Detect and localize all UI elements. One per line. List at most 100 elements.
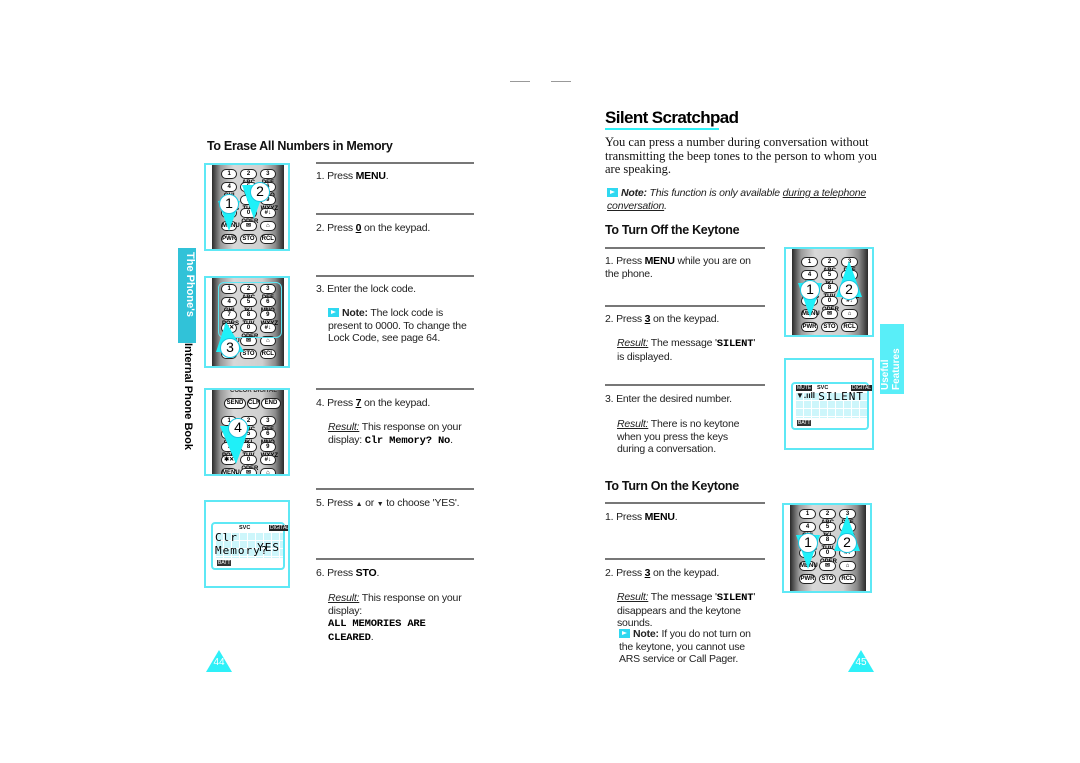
keypad-key: STO [819, 574, 836, 584]
step-5: 5. Press ▲ or ▼ to choose 'YES'. [316, 497, 460, 509]
keypad-key: RCL [259, 234, 276, 244]
keypad-key: ✉ [240, 221, 257, 231]
section-title-erase: To Erase All Numbers in Memory [207, 139, 393, 153]
step-divider [316, 275, 474, 277]
lcd-screen: MUTE SVC DIGITAL ▼.ııll SILENT BATT [791, 382, 872, 430]
note-icon [328, 308, 339, 317]
keypad-key: RCL [839, 574, 856, 584]
battery-icon: BATT [797, 420, 812, 426]
result-step-6: Result: This response on your display: A… [328, 592, 462, 644]
keypad-key: 0 OPER [821, 296, 839, 313]
note-icon [607, 188, 618, 197]
step-divider [316, 162, 474, 164]
keypad-key: PWR [221, 234, 238, 244]
keypad-key: 6 MNO [259, 429, 276, 446]
page-number-left: 44 [206, 650, 232, 672]
callout-2: 2 [839, 280, 859, 300]
keypad-key: 4 GHI [221, 182, 238, 199]
step-divider [605, 384, 765, 386]
lcd-line-2: YES [257, 541, 280, 554]
step-divider [605, 558, 765, 560]
off-result-3: Result: There is no keytone when you pre… [617, 418, 740, 455]
title-underline [605, 128, 719, 130]
note-availability: Note: This function is only available du… [607, 187, 867, 212]
keypad-figure-on: 12 ABC3 DEF4 GHI5 JKL6 MNO7 PQRS8 TUV9 W… [782, 503, 872, 593]
lcd-screen: SVC DIGITAL Clr Memory? YES BATT [211, 522, 288, 570]
keypad-key: 4 GHI [799, 522, 816, 539]
keypad-figure-2: 12 ABC3 DEF4 GHI5 JKL6 MNO7 PQRS8 TUV9 W… [204, 276, 290, 368]
result-step-4: Result: This response on your display: C… [328, 421, 462, 447]
keypad-key: MENU [221, 468, 240, 476]
step-divider [316, 558, 474, 560]
off-step-2: 2. Press 3 on the keypad. [605, 313, 720, 325]
off-step-3: 3. Enter the desired number. [605, 393, 732, 405]
keypad-figure-1: 12 ABC3 DEF4 GHI5 JKL6 MNO7 PQRS8 TUV9 W… [204, 163, 290, 251]
step-4: 4. Press 7 on the keypad. [316, 397, 431, 409]
keypad-key: 3 DEF [259, 416, 276, 433]
signal-strength-icon: ▼.ııll [796, 391, 816, 400]
side-label-internal-phone-book: Internal Phone Book [182, 343, 194, 450]
keypad-key: 1 [799, 509, 816, 519]
keypad-key: #↓ [259, 455, 276, 465]
callout-1: 1 [219, 194, 239, 214]
keypad-key: ✉ [240, 468, 257, 474]
step-divider [316, 388, 474, 390]
callout-1: 1 [800, 280, 820, 300]
display-text-line-2: CLEARED [328, 631, 371, 644]
phone-brand-label: COLOR DIGITAL [230, 388, 277, 394]
keypad-key: 1 [221, 169, 238, 179]
header-dash-right [551, 81, 571, 82]
page-number-right: 45 [848, 650, 874, 672]
callout-2: 2 [837, 533, 857, 553]
end-key: END [261, 398, 281, 409]
keypad-key: 9 WXYZ [259, 442, 278, 459]
send-key: SEND [224, 398, 246, 409]
battery-icon: BATT [217, 560, 232, 566]
keypad-key: ⌂ [839, 561, 856, 571]
side-tab-phones: The Phone's [178, 248, 196, 343]
keypad-key: 4 GHI [801, 270, 818, 287]
on-result-2: Result: The message 'SILENT' disappears … [617, 591, 756, 629]
keypad-key: ⌂ [841, 309, 858, 319]
keypad-figure-off: 12 ABC3 DEF4 GHI5 JKL6 MNO7 PQRS8 TUV9 W… [784, 247, 874, 337]
callout-4: 4 [228, 418, 248, 438]
off-step-1: 1. Press MENU while you are on the phone… [605, 255, 751, 280]
note-lock-code: Note: The lock code is present to 0000. … [328, 307, 467, 344]
on-step-1: 1. Press MENU. [605, 511, 678, 523]
keypad-key: STO [240, 234, 257, 244]
keypad-figure-3: COLOR DIGITAL SEND CLR END 12 ABC3 DEF4 … [204, 388, 290, 476]
keypad-key: STO [821, 322, 838, 332]
keypad-key: 3 DEF [259, 169, 276, 186]
page-title: Silent Scratchpad [605, 108, 739, 127]
key-menu: MENU [644, 511, 675, 523]
note-icon [619, 629, 630, 638]
callout-3: 3 [220, 338, 240, 358]
step-2: 2. Press 0 on the keypad. [316, 222, 431, 234]
key-sto: STO [355, 567, 377, 579]
lcd-figure-left: SVC DIGITAL Clr Memory? YES BATT [204, 500, 290, 588]
keypad-key: ⌂ [259, 221, 276, 231]
intro-paragraph: You can press a number during conversati… [605, 135, 877, 176]
keypad-key: ✉ [821, 309, 838, 319]
display-text-line-1: ALL MEMORIES ARE [328, 618, 426, 630]
lcd-figure-right: MUTE SVC DIGITAL ▼.ııll SILENT BATT [784, 358, 874, 450]
note-keytone: Note: If you do not turn on the keytone,… [619, 628, 751, 665]
clr-key: CLR [247, 398, 260, 409]
step-divider [316, 213, 474, 215]
step-6: 6. Press STO. [316, 567, 380, 579]
step-divider [316, 488, 474, 490]
side-tab-useful-features: Useful Features [880, 324, 904, 394]
keypad-key: RCL [259, 349, 276, 359]
section-title-off: To Turn Off the Keytone [605, 223, 740, 237]
display-text: Clr Memory? No [364, 434, 451, 447]
keypad-key: RCL [841, 322, 858, 332]
step-1: 1. Press MENU. [316, 170, 389, 182]
key-menu: MENU [355, 170, 386, 182]
step-divider [605, 305, 765, 307]
key-menu: MENU [644, 255, 675, 267]
callout-1: 1 [798, 533, 818, 553]
keypad-key: 2 ABC [240, 169, 257, 186]
keypad-key: PWR [799, 574, 816, 584]
keypad-key: PWR [801, 322, 818, 332]
on-step-2: 2. Press 3 on the keypad. [605, 567, 720, 579]
